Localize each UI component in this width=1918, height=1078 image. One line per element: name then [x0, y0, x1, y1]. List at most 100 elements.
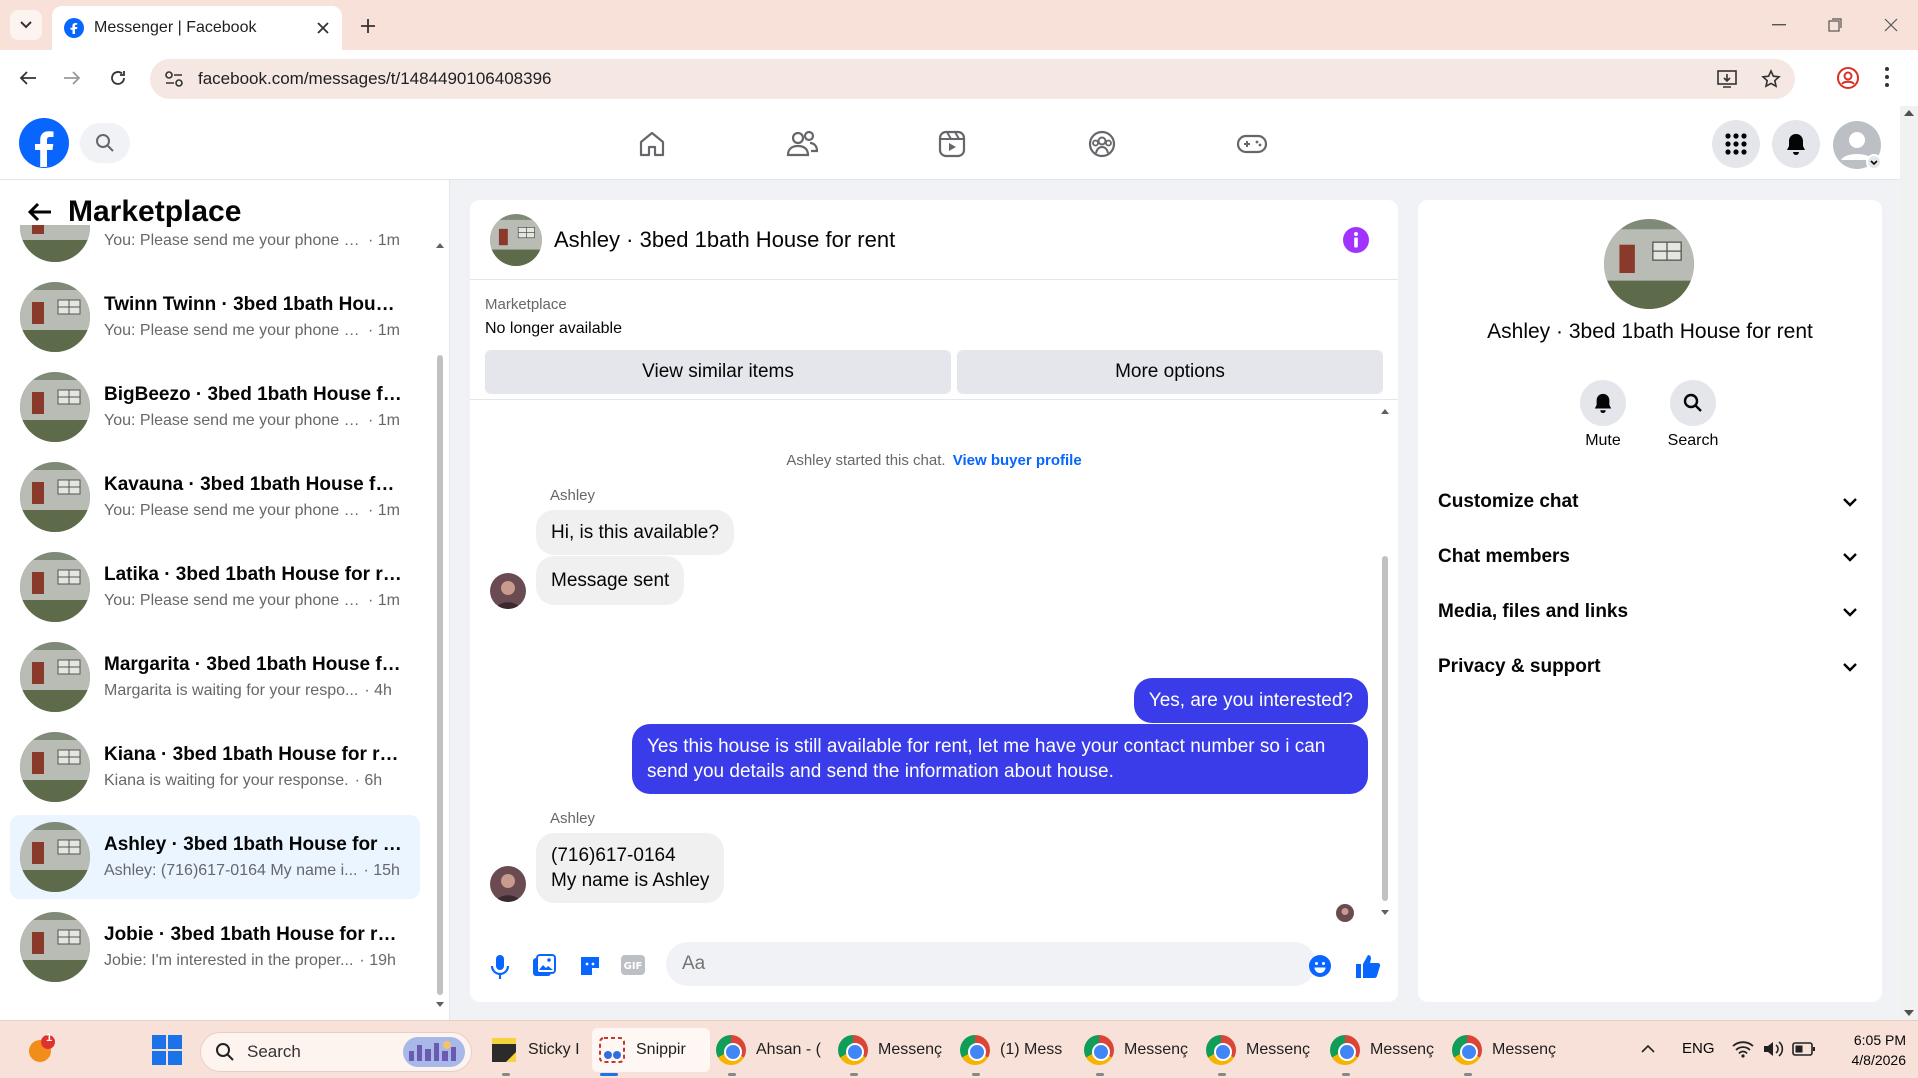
new-tab-button[interactable]: [354, 12, 382, 40]
ashley-avatar[interactable]: [490, 866, 526, 902]
nav-home[interactable]: [628, 122, 676, 166]
conversation-name: Kavauna · 3bed 1bath House for ...: [104, 474, 404, 495]
details-section-toggle[interactable]: Customize chat: [1438, 482, 1868, 522]
volume-icon[interactable]: [1762, 1040, 1784, 1058]
nav-gaming[interactable]: [1228, 122, 1276, 166]
message-input[interactable]: [666, 942, 1316, 986]
browser-menu-button[interactable]: [1884, 66, 1890, 88]
conversation-item[interactable]: Twinn Twinn · 3bed 1bath House... You: Pl…: [10, 275, 420, 359]
friends-icon: [786, 130, 818, 157]
taskbar-search[interactable]: Search: [200, 1032, 472, 1072]
chat-header-avatar[interactable]: [490, 213, 542, 266]
search-in-chat-button[interactable]: [1670, 380, 1716, 426]
taskbar-app[interactable]: Ahsan - (: [716, 1028, 824, 1076]
microphone-icon[interactable]: [490, 954, 510, 980]
install-app-icon[interactable]: [1717, 69, 1739, 89]
reload-button[interactable]: [104, 64, 132, 92]
ashley-avatar[interactable]: [490, 573, 526, 609]
outgoing-message[interactable]: Yes, are you interested?: [1133, 678, 1368, 723]
listing-thumbnail: [20, 822, 90, 892]
conversation-item[interactable]: Margarita · 3bed 1bath House fo... Margar…: [10, 635, 420, 719]
mute-button[interactable]: [1580, 380, 1626, 426]
gallery-icon[interactable]: [532, 954, 556, 978]
house-photo-icon: [20, 282, 90, 352]
bookmark-star-icon[interactable]: [1761, 69, 1781, 89]
taskbar-app[interactable]: Messenç: [1206, 1028, 1314, 1076]
more-options-button[interactable]: More options: [957, 350, 1383, 394]
browser-tab-active[interactable]: Messenger | Facebook: [52, 6, 342, 50]
emoji-icon[interactable]: [1308, 954, 1332, 978]
conversation-info-button[interactable]: [1342, 226, 1370, 254]
taskbar-app[interactable]: (1) Mess: [960, 1028, 1068, 1076]
sidebar-scrollbar[interactable]: [435, 240, 445, 1010]
outgoing-message[interactable]: Yes this house is still available for re…: [632, 724, 1368, 794]
taskbar-app[interactable]: Messenç: [838, 1028, 946, 1076]
chat-scrollbar[interactable]: [1380, 406, 1390, 918]
taskbar-app[interactable]: Messenç: [1452, 1028, 1560, 1076]
tab-search-button[interactable]: [10, 10, 42, 40]
close-tab-icon[interactable]: [316, 21, 330, 35]
forward-button[interactable]: [58, 64, 86, 92]
facebook-search-button[interactable]: [80, 123, 130, 163]
svg-text:GIF: GIF: [624, 961, 643, 972]
taskbar-running-indicator: [850, 1073, 858, 1076]
conversation-item[interactable]: Latika · 3bed 1bath House for rent You: P…: [10, 545, 420, 629]
details-section-toggle[interactable]: Privacy & support: [1438, 647, 1868, 687]
incoming-message[interactable]: (716)617-0164 My name is Ashley: [536, 833, 725, 903]
battery-icon[interactable]: [1792, 1041, 1816, 1057]
widgets-button[interactable]: 1: [26, 1032, 56, 1064]
taskbar-app[interactable]: Snippir: [592, 1028, 710, 1076]
facebook-logo[interactable]: [18, 117, 70, 169]
view-buyer-profile-link[interactable]: View buyer profile: [953, 452, 1082, 469]
nav-video[interactable]: [928, 122, 976, 166]
conversation-preview: Kiana is waiting for your response. · 6h: [104, 772, 404, 790]
details-avatar[interactable]: [1604, 219, 1694, 309]
taskbar-app-label: Snippir: [636, 1041, 686, 1058]
incoming-message[interactable]: Message sent: [536, 556, 685, 605]
conversation-preview: You: Please send me your phone n... · 1m: [104, 502, 404, 520]
details-section-toggle[interactable]: Chat members: [1438, 537, 1868, 577]
view-similar-items-button[interactable]: View similar items: [485, 350, 951, 394]
scrollbar-icon: [1904, 110, 1914, 1016]
show-hidden-icons-button[interactable]: [1640, 1044, 1656, 1054]
taskbar-app[interactable]: Messenç: [1330, 1028, 1438, 1076]
notifications-button[interactable]: [1772, 120, 1820, 168]
gif-icon[interactable]: GIF: [620, 954, 646, 976]
listing-thumbnail: [20, 642, 90, 712]
taskbar-running-indicator: [600, 1073, 618, 1076]
nav-friends[interactable]: [778, 122, 826, 166]
conversation-item[interactable]: Trina · 3bed 1bath House for rent You: Pl…: [10, 225, 420, 269]
nav-groups[interactable]: [1078, 122, 1126, 166]
clock[interactable]: 6:05 PM 4/8/2026: [1832, 1030, 1907, 1070]
details-section-toggle[interactable]: Media, files and links: [1438, 592, 1868, 632]
conversation-item[interactable]: Jobie · 3bed 1bath House for rent Jobie: …: [10, 905, 420, 989]
language-indicator[interactable]: ENG: [1682, 1040, 1715, 1057]
taskbar-running-indicator: [1218, 1073, 1226, 1076]
page-scrollbar[interactable]: [1900, 106, 1918, 1020]
conversation-item[interactable]: Kiana · 3bed 1bath House for rent Kiana i…: [10, 725, 420, 809]
minimize-button[interactable]: [1768, 14, 1790, 36]
taskbar-app[interactable]: Sticky I: [490, 1028, 596, 1076]
network-icon[interactable]: [1732, 1040, 1754, 1058]
sticker-icon[interactable]: [578, 954, 602, 978]
conversation-item[interactable]: Ashley · 3bed 1bath House for r... Ashley…: [10, 815, 420, 899]
back-arrow-icon[interactable]: [28, 202, 52, 222]
conversation-item[interactable]: Kavauna · 3bed 1bath House for ... You: P…: [10, 455, 420, 539]
start-button[interactable]: [152, 1035, 182, 1065]
close-window-button[interactable]: [1880, 14, 1902, 36]
restore-button[interactable]: [1824, 14, 1846, 36]
address-bar[interactable]: facebook.com/messages/t/1484490106408396: [150, 59, 1795, 99]
profile-button[interactable]: [1836, 66, 1860, 90]
thumbs-up-icon[interactable]: [1354, 952, 1382, 980]
mute-label: Mute: [1585, 432, 1621, 449]
taskbar-app[interactable]: Messenç: [1084, 1028, 1192, 1076]
menu-button[interactable]: [1712, 120, 1760, 168]
incoming-message[interactable]: Hi, is this available?: [536, 510, 734, 555]
conversation-time: · 15h: [363, 862, 400, 879]
back-button[interactable]: [14, 64, 42, 92]
account-button[interactable]: [1832, 120, 1882, 170]
site-info-icon[interactable]: [164, 70, 184, 88]
conversation-name: Ashley · 3bed 1bath House for r...: [104, 834, 404, 855]
conversation-item[interactable]: BigBeezo · 3bed 1bath House fo... You: Pl…: [10, 365, 420, 449]
tab-title: Messenger | Facebook: [94, 19, 257, 36]
